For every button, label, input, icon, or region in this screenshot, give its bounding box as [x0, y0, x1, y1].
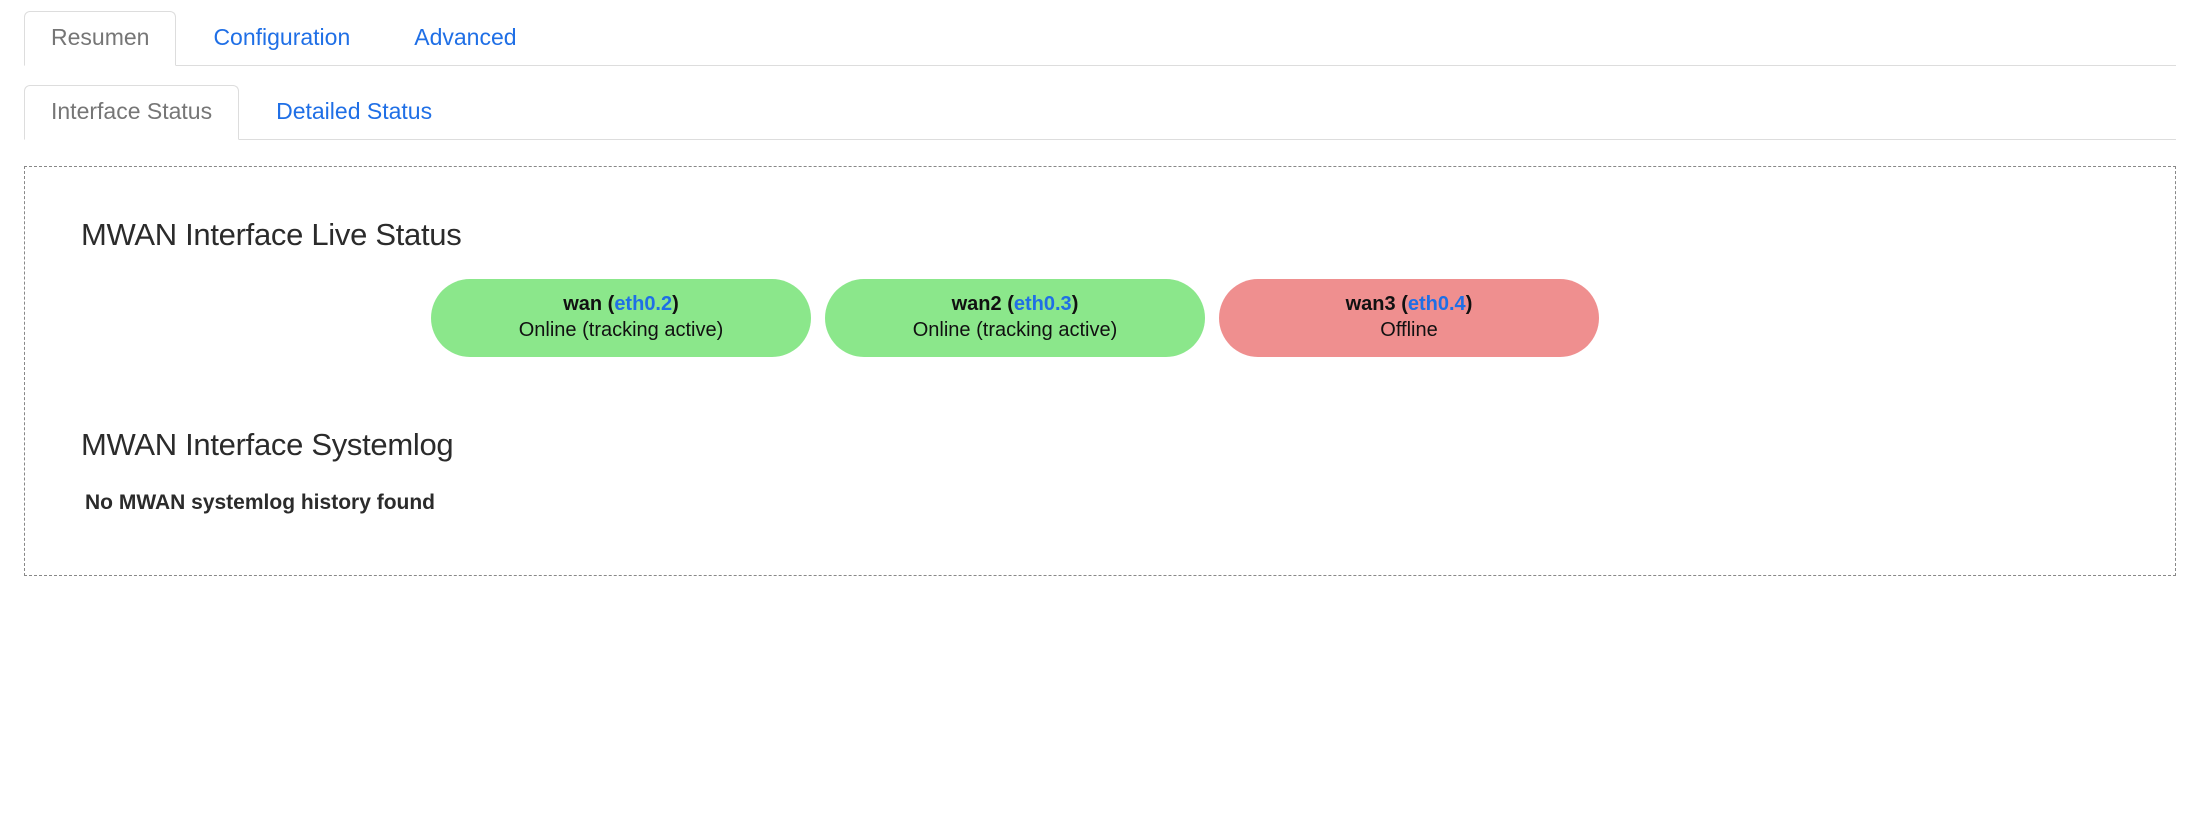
tab-configuration[interactable]: Configuration — [186, 11, 377, 66]
interface-name: wan — [563, 293, 602, 315]
sub-tab-bar: Interface Status Detailed Status — [24, 84, 2176, 140]
interface-pill-wan: wan (eth0.2) Online (tracking active) — [431, 279, 811, 357]
tab-resumen[interactable]: Resumen — [24, 11, 176, 66]
interface-pill-wan3: wan3 (eth0.4) Offline — [1219, 279, 1599, 357]
interface-device-link[interactable]: eth0.4 — [1408, 293, 1466, 315]
interface-pill-title: wan (eth0.2) — [441, 291, 801, 317]
interface-device-link[interactable]: eth0.2 — [614, 293, 672, 315]
interface-name: wan3 — [1346, 293, 1396, 315]
interface-pill-row: wan (eth0.2) Online (tracking active) wa… — [431, 279, 2119, 357]
interface-pill-wan2: wan2 (eth0.3) Online (tracking active) — [825, 279, 1205, 357]
interface-pill-title: wan3 (eth0.4) — [1229, 291, 1589, 317]
systemlog-empty-message: No MWAN systemlog history found — [85, 491, 2119, 515]
live-status-heading: MWAN Interface Live Status — [81, 217, 2119, 253]
content-panel: MWAN Interface Live Status wan (eth0.2) … — [24, 166, 2176, 576]
interface-pill-title: wan2 (eth0.3) — [835, 291, 1195, 317]
systemlog-heading: MWAN Interface Systemlog — [81, 427, 2119, 463]
subtab-interface-status[interactable]: Interface Status — [24, 85, 239, 140]
interface-device-link[interactable]: eth0.3 — [1014, 293, 1072, 315]
interface-name: wan2 — [952, 293, 1002, 315]
interface-status-text: Online (tracking active) — [441, 317, 801, 343]
interface-status-text: Online (tracking active) — [835, 317, 1195, 343]
tab-advanced[interactable]: Advanced — [387, 11, 543, 66]
main-tab-bar: Resumen Configuration Advanced — [24, 10, 2176, 66]
subtab-detailed-status[interactable]: Detailed Status — [249, 85, 459, 140]
interface-status-text: Offline — [1229, 317, 1589, 343]
